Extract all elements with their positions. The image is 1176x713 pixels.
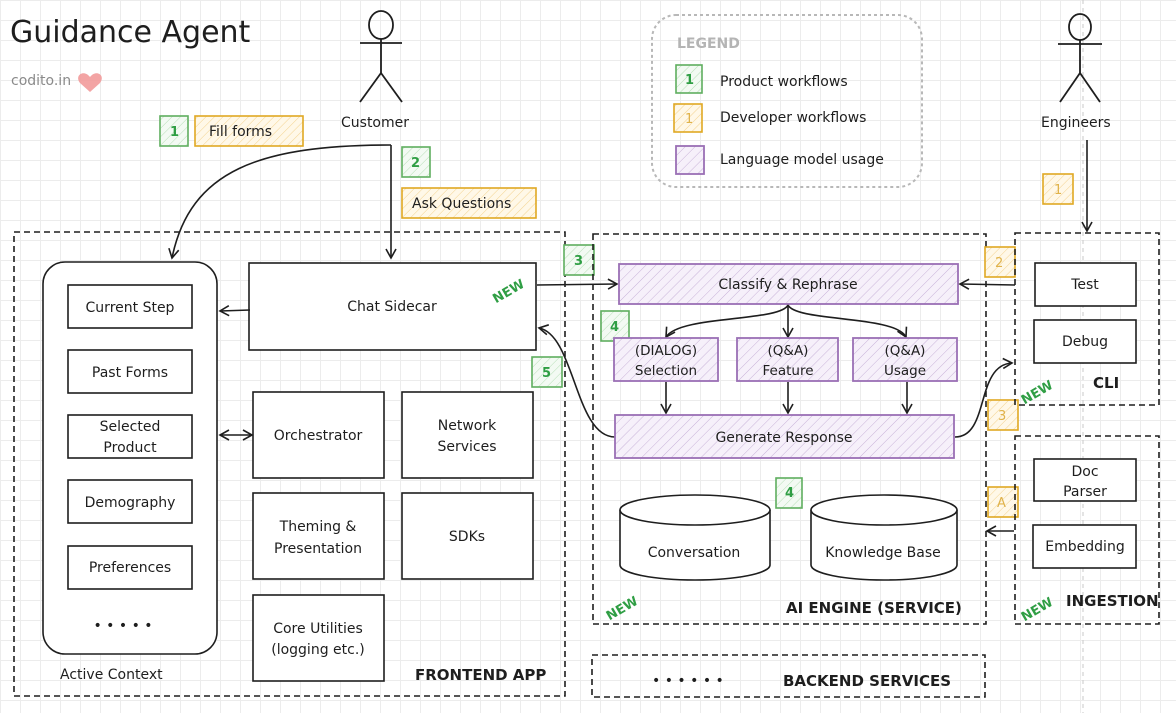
- ingestion-label: INGESTION: [1066, 592, 1159, 610]
- cli-debug-label: Debug: [1062, 334, 1108, 350]
- chat-to-context-arrow: [218, 305, 251, 317]
- branch-dialog-selection[interactable]: (DIALOG) Selection: [613, 337, 719, 382]
- active-context-label: Active Context: [60, 667, 163, 683]
- cli-label: CLI: [1093, 374, 1119, 392]
- eng-badge-a-text: A: [997, 496, 1006, 511]
- chat-sidecar-label: Chat Sidecar: [347, 299, 437, 315]
- branch-label-line1: (Q&A): [768, 343, 809, 359]
- step-badge-2-text: 2: [411, 156, 420, 171]
- ai-engine-new-tag: NEW: [604, 594, 641, 624]
- module-label-line1: Core Utilities: [273, 621, 363, 637]
- step-badge-3-text: 3: [574, 254, 583, 269]
- classify-to-selection-arrow: [665, 304, 789, 339]
- cli-new-tag: NEW: [1019, 378, 1056, 408]
- legend-swatch-language-model: [675, 145, 705, 175]
- architecture-diagram: Guidance Agent codito.in LEGEND 1 Produc…: [10, 0, 1160, 713]
- backend-services-label: BACKEND SERVICES: [783, 672, 951, 690]
- classify-rephrase-step[interactable]: Classify & Rephrase: [618, 263, 959, 305]
- chat-to-classify-arrow: [536, 278, 619, 290]
- backend-more-ellipsis: • • • • • •: [652, 673, 724, 689]
- legend-title: LEGEND: [677, 36, 740, 52]
- context-item-label: Current Step: [86, 300, 175, 316]
- knowledge-base-store[interactable]: Knowledge Base: [810, 494, 958, 581]
- context-item-label: Demography: [85, 495, 176, 511]
- module-label-line1: Theming &: [279, 519, 357, 535]
- diagram-title: Guidance Agent: [10, 15, 251, 50]
- generate-response-step[interactable]: Generate Response: [614, 414, 955, 459]
- step-badge-4-store-text: 4: [785, 486, 794, 501]
- module-label-line1: Network: [438, 418, 497, 434]
- heart-icon: [78, 73, 102, 92]
- module-theming-presentation[interactable]: Theming & Presentation: [252, 492, 385, 580]
- ask-questions-label: Ask Questions: [412, 196, 511, 212]
- branch-label-line2: Selection: [635, 363, 697, 379]
- legend-label-product: Product workflows: [720, 74, 848, 90]
- context-more-ellipsis: • • • • •: [93, 618, 152, 634]
- customer-actor-icon: [359, 10, 403, 103]
- eng-badge-2-text: 2: [995, 256, 1003, 271]
- context-item-label: Past Forms: [92, 365, 168, 381]
- chat-sidecar[interactable]: Chat Sidecar: [248, 262, 537, 351]
- context-item-past-forms[interactable]: Past Forms: [67, 349, 193, 394]
- classify-to-usage-arrow: [787, 304, 908, 339]
- fill-forms-label: Fill forms: [209, 124, 272, 140]
- cli-debug-button[interactable]: Debug: [1033, 319, 1137, 364]
- conversation-store-label: Conversation: [648, 545, 741, 561]
- module-sdks[interactable]: SDKs: [401, 492, 534, 580]
- branch-qa-usage[interactable]: (Q&A) Usage: [852, 337, 958, 382]
- context-item-demography[interactable]: Demography: [67, 479, 193, 524]
- eng-badge-3-text: 3: [998, 409, 1006, 424]
- context-item-label-line1: Selected: [100, 419, 161, 435]
- credit-text: codito.in: [11, 73, 71, 89]
- branch-qa-feature[interactable]: (Q&A) Feature: [736, 337, 839, 382]
- frontend-app-label: FRONTEND APP: [415, 666, 546, 684]
- module-network-services[interactable]: Network Services: [401, 391, 534, 479]
- legend-badge-developer: 1: [685, 112, 693, 127]
- customer-to-context-arrow: [168, 144, 392, 260]
- knowledge-base-store-label: Knowledge Base: [825, 545, 941, 561]
- module-label-line2: Presentation: [274, 541, 362, 557]
- eng-badge-1-text: 1: [1054, 183, 1062, 198]
- step-badge-4-classify-text: 4: [610, 320, 619, 335]
- doc-parser-label-line1: Doc: [1071, 464, 1098, 480]
- engineers-actor-icon: [1058, 13, 1102, 103]
- ingestion-new-tag: NEW: [1019, 595, 1056, 625]
- ai-engine-label: AI ENGINE (SERVICE): [786, 599, 962, 617]
- customer-label: Customer: [341, 115, 409, 131]
- module-core-utilities[interactable]: Core Utilities (logging etc.): [252, 594, 385, 682]
- cli-to-classify-arrow: [958, 278, 1016, 290]
- generate-response-label: Generate Response: [715, 430, 852, 446]
- module-label: SDKs: [449, 529, 485, 545]
- module-label: Orchestrator: [274, 428, 363, 444]
- embedding-label: Embedding: [1045, 539, 1124, 555]
- module-orchestrator[interactable]: Orchestrator: [252, 391, 385, 479]
- classify-rephrase-label: Classify & Rephrase: [718, 277, 857, 293]
- context-item-preferences[interactable]: Preferences: [67, 545, 193, 590]
- branch-label-line2: Usage: [884, 363, 926, 379]
- module-label-line2: Services: [437, 439, 496, 455]
- embedding-component[interactable]: Embedding: [1032, 524, 1137, 569]
- step-badge-1-text: 1: [170, 125, 179, 140]
- context-item-current-step[interactable]: Current Step: [67, 284, 193, 329]
- context-item-selected-product[interactable]: Selected Product: [67, 414, 193, 459]
- doc-parser-component[interactable]: Doc Parser: [1033, 458, 1137, 502]
- engineers-label: Engineers: [1041, 115, 1111, 131]
- conversation-store[interactable]: Conversation: [619, 494, 771, 581]
- cli-test-button[interactable]: Test: [1034, 262, 1137, 307]
- cli-test-label: Test: [1070, 277, 1099, 293]
- cli-boundary: [1014, 232, 1160, 406]
- branch-label-line2: Feature: [762, 363, 813, 379]
- branch-label-line1: (Q&A): [885, 343, 926, 359]
- branch-label-line1: (DIALOG): [635, 343, 697, 359]
- doc-parser-label-line2: Parser: [1063, 484, 1107, 500]
- legend-label-language-model: Language model usage: [720, 152, 884, 168]
- legend: LEGEND 1 Product workflows 1 Developer w…: [651, 14, 923, 188]
- context-item-label: Preferences: [89, 560, 171, 576]
- legend-label-developer: Developer workflows: [720, 110, 866, 126]
- legend-badge-product: 1: [685, 73, 694, 88]
- step-badge-5-text: 5: [542, 366, 551, 381]
- context-item-label-line2: Product: [103, 440, 157, 456]
- module-label-line2: (logging etc.): [271, 642, 365, 658]
